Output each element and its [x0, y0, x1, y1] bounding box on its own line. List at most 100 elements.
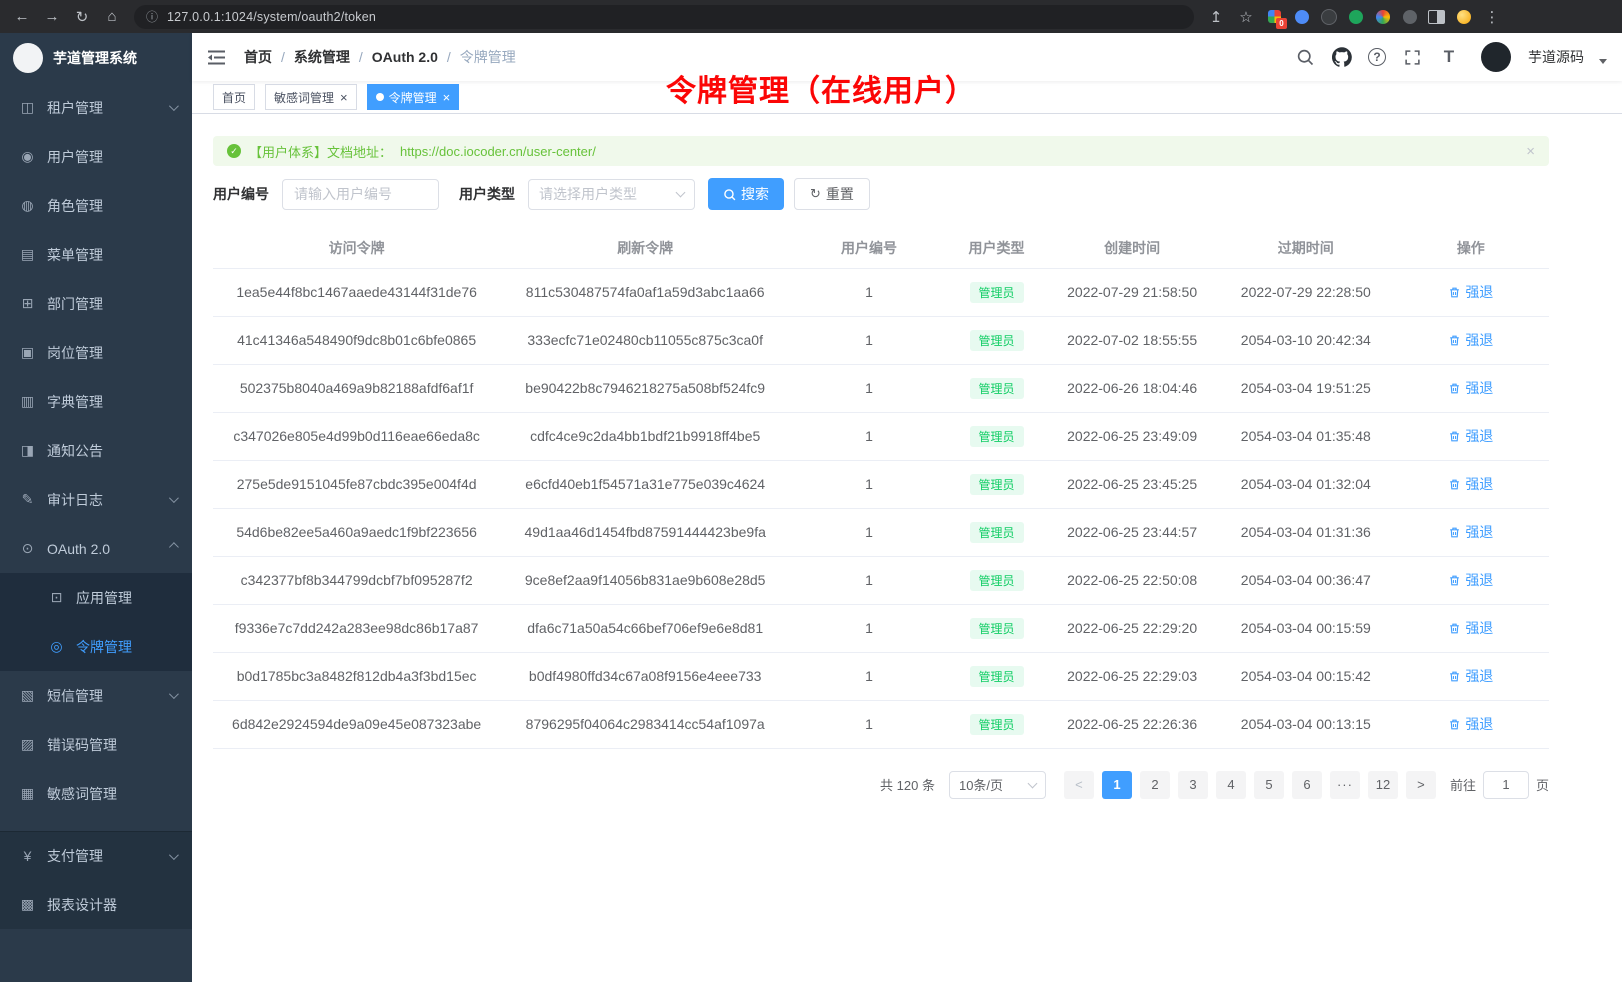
- tab-close-icon[interactable]: ×: [340, 91, 348, 104]
- breadcrumb-item[interactable]: 系统管理: [294, 47, 350, 67]
- force-logout-button[interactable]: 强退: [1448, 282, 1493, 302]
- next-page-button[interactable]: >: [1406, 771, 1436, 799]
- user-type-select[interactable]: 请选择用户类型: [528, 179, 695, 210]
- force-logout-button[interactable]: 强退: [1448, 618, 1493, 638]
- sidebar-item-token[interactable]: ◎令牌管理: [0, 622, 192, 671]
- logo-image: [13, 43, 43, 73]
- force-logout-button[interactable]: 强退: [1448, 666, 1493, 686]
- sidebar-item-post[interactable]: ▣岗位管理: [0, 328, 192, 377]
- side-panel-icon[interactable]: [1424, 5, 1449, 29]
- user-type-cell: 管理员: [948, 652, 1046, 700]
- menu-list-icon: ▤: [19, 246, 36, 263]
- site-info-icon[interactable]: ⓘ: [146, 8, 158, 25]
- search-button[interactable]: 搜索: [708, 178, 784, 210]
- share-icon[interactable]: ↥: [1202, 4, 1230, 30]
- filter-form: 用户编号 用户类型 请选择用户类型 搜索 ↻ 重置: [213, 178, 1549, 210]
- user-type-badge: 管理员: [970, 522, 1024, 543]
- page-button-2[interactable]: 2: [1140, 771, 1170, 799]
- page-button-4[interactable]: 4: [1216, 771, 1246, 799]
- font-size-icon[interactable]: T: [1438, 46, 1460, 68]
- profile-avatar-icon[interactable]: [1451, 5, 1476, 29]
- page-size-select[interactable]: 10条/页: [949, 771, 1046, 799]
- bookmark-star-icon[interactable]: ☆: [1232, 4, 1260, 30]
- sidebar-item-pay[interactable]: ¥支付管理: [0, 831, 192, 880]
- sidebar-item-sensitive-word[interactable]: ▦敏感词管理: [0, 769, 192, 818]
- doc-link[interactable]: https://doc.iocoder.cn/user-center/: [400, 144, 596, 159]
- tab-敏感词管理[interactable]: 敏感词管理×: [265, 84, 357, 110]
- extension-rainbow-icon[interactable]: [1370, 5, 1395, 29]
- created-time-cell: 2022-06-26 18:04:46: [1045, 364, 1219, 412]
- back-icon[interactable]: ←: [8, 4, 36, 30]
- force-logout-button[interactable]: 强退: [1448, 474, 1493, 494]
- force-logout-button[interactable]: 强退: [1448, 378, 1493, 398]
- dept-tree-icon: ⊞: [19, 295, 36, 312]
- sidebar-item-report[interactable]: ▩报表设计器: [0, 880, 192, 929]
- breadcrumb-item[interactable]: OAuth 2.0: [372, 49, 438, 65]
- tab-令牌管理[interactable]: 令牌管理×: [367, 84, 460, 110]
- expire-time-cell: 2054-03-04 01:35:48: [1219, 412, 1393, 460]
- extension-green-icon[interactable]: [1343, 5, 1368, 29]
- extension-dark-icon[interactable]: [1316, 5, 1341, 29]
- top-navbar: 首页/系统管理/OAuth 2.0/令牌管理 ? T 芋道源码: [192, 33, 1622, 81]
- app-title: 芋道管理系统: [53, 48, 137, 68]
- force-logout-button[interactable]: 强退: [1448, 522, 1493, 542]
- user-type-badge: 管理员: [970, 474, 1024, 495]
- user-avatar[interactable]: [1481, 42, 1511, 72]
- forward-icon[interactable]: →: [38, 4, 66, 30]
- extension-puzzle-icon[interactable]: [1397, 5, 1422, 29]
- sidebar-item-role[interactable]: ◍角色管理: [0, 181, 192, 230]
- sidebar-item-app[interactable]: ⊡应用管理: [0, 573, 192, 622]
- sidebar-item-notice[interactable]: ◨通知公告: [0, 426, 192, 475]
- page-button-1[interactable]: 1: [1102, 771, 1132, 799]
- user-type-badge: 管理员: [970, 570, 1024, 591]
- sidebar-item-user[interactable]: ◉用户管理: [0, 132, 192, 181]
- force-logout-button[interactable]: 强退: [1448, 426, 1493, 446]
- reload-icon[interactable]: ↻: [68, 4, 96, 30]
- extension-blue-icon[interactable]: [1289, 5, 1314, 29]
- extension-grid-icon[interactable]: 0: [1262, 5, 1287, 29]
- page-button-6[interactable]: 6: [1292, 771, 1322, 799]
- github-icon[interactable]: [1331, 46, 1353, 68]
- user-menu-caret-icon[interactable]: [1599, 59, 1607, 64]
- page-more-button[interactable]: ···: [1330, 771, 1360, 799]
- help-icon[interactable]: ?: [1368, 48, 1386, 66]
- created-time-cell: 2022-07-02 18:55:55: [1045, 316, 1219, 364]
- sidebar-item-dept[interactable]: ⊞部门管理: [0, 279, 192, 328]
- breadcrumb-item[interactable]: 令牌管理: [460, 47, 516, 67]
- home-icon[interactable]: ⌂: [98, 4, 126, 30]
- sidebar-collapse-icon[interactable]: [207, 47, 229, 67]
- search-icon[interactable]: [1294, 46, 1316, 68]
- tab-label: 首页: [222, 89, 246, 106]
- goto-page-input[interactable]: [1483, 771, 1529, 799]
- table-row: 41c41346a548490f9dc8b01c6bfe0865333ecfc7…: [213, 316, 1549, 364]
- alert-close-icon[interactable]: ×: [1526, 143, 1535, 160]
- app-logo[interactable]: 芋道管理系统: [0, 33, 192, 83]
- sidebar-item-oauth[interactable]: ⊙OAuth 2.0: [0, 524, 192, 573]
- user-icon: ◉: [19, 148, 36, 165]
- sidebar-item-dict[interactable]: ▥字典管理: [0, 377, 192, 426]
- tab-close-icon[interactable]: ×: [443, 91, 451, 104]
- sidebar-item-audit-log[interactable]: ✎审计日志: [0, 475, 192, 524]
- chevron-down-icon: [169, 493, 179, 503]
- user-id-input[interactable]: [282, 179, 439, 210]
- address-bar[interactable]: ⓘ 127.0.0.1:1024/system/oauth2/token: [134, 5, 1194, 29]
- force-logout-button[interactable]: 强退: [1448, 330, 1493, 350]
- browser-menu-icon[interactable]: ⋮: [1478, 4, 1506, 30]
- chevron-up-icon: [169, 542, 179, 552]
- user-type-badge: 管理员: [970, 330, 1024, 351]
- prev-page-button[interactable]: <: [1064, 771, 1094, 799]
- force-logout-button[interactable]: 强退: [1448, 570, 1493, 590]
- tab-首页[interactable]: 首页: [213, 84, 255, 110]
- fullscreen-icon[interactable]: [1401, 46, 1423, 68]
- sidebar-item-menu[interactable]: ▤菜单管理: [0, 230, 192, 279]
- user-name[interactable]: 芋道源码: [1528, 47, 1584, 67]
- sidebar-item-error-code[interactable]: ▨错误码管理: [0, 720, 192, 769]
- page-button-5[interactable]: 5: [1254, 771, 1284, 799]
- sidebar-item-tenant[interactable]: ◫租户管理: [0, 83, 192, 132]
- sidebar-item-sms[interactable]: ▧短信管理: [0, 671, 192, 720]
- page-button-3[interactable]: 3: [1178, 771, 1208, 799]
- breadcrumb-item[interactable]: 首页: [244, 47, 272, 67]
- reset-button[interactable]: ↻ 重置: [794, 178, 870, 210]
- force-logout-button[interactable]: 强退: [1448, 714, 1493, 734]
- page-button-12[interactable]: 12: [1368, 771, 1398, 799]
